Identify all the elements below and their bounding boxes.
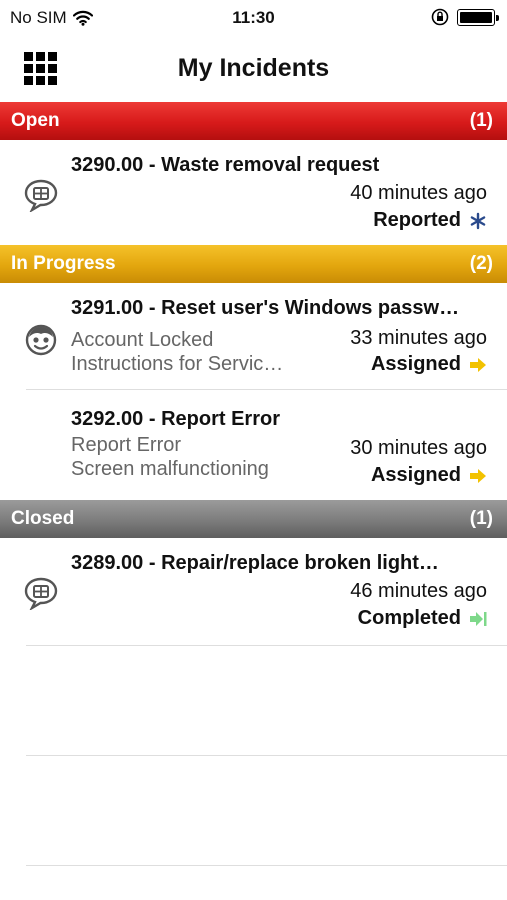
incident-row-3291[interactable]: 3291.00 - Reset user's Windows passw… Ac… bbox=[0, 283, 507, 389]
orientation-lock-icon bbox=[431, 8, 449, 26]
incident-title: 3292.00 - Report Error bbox=[71, 408, 280, 430]
incident-title: 3290.00 - Waste removal request bbox=[71, 154, 380, 176]
incident-status: Completed bbox=[358, 607, 487, 630]
section-label: In Progress bbox=[11, 253, 116, 274]
status-label: Assigned bbox=[370, 353, 461, 375]
section-count: (2) bbox=[469, 253, 493, 274]
arrow-right-icon bbox=[470, 468, 486, 483]
section-count: (1) bbox=[469, 110, 493, 131]
section-header-in-progress[interactable]: In Progress (2) bbox=[0, 245, 507, 283]
status-label: Completed bbox=[357, 607, 461, 629]
incident-category: Account Locked bbox=[71, 329, 214, 351]
section-count: (1) bbox=[469, 508, 493, 529]
incident-time: 40 minutes ago bbox=[350, 182, 487, 204]
arrow-right-icon bbox=[470, 357, 486, 372]
incident-time: 30 minutes ago bbox=[350, 437, 487, 459]
incident-row-3289[interactable]: 3289.00 - Repair/replace broken light… 4… bbox=[0, 538, 507, 644]
section-label: Closed bbox=[11, 508, 75, 529]
incident-row-3290[interactable]: 3290.00 - Waste removal request 40 minut… bbox=[0, 140, 507, 245]
speech-bubble-icon bbox=[24, 179, 58, 212]
status-bar-right bbox=[431, 8, 499, 26]
arrow-right-end-icon bbox=[470, 611, 487, 626]
speech-bubble-icon bbox=[24, 577, 58, 610]
nav-bar: My Incidents bbox=[0, 36, 507, 102]
battery-icon bbox=[457, 8, 499, 26]
row-divider bbox=[26, 645, 507, 646]
status-bar: No SIM 11:30 bbox=[0, 0, 507, 36]
asterisk-icon bbox=[470, 212, 486, 229]
incident-row-3292[interactable]: 3292.00 - Report Error Report Error Scre… bbox=[0, 390, 507, 500]
section-header-closed[interactable]: Closed (1) bbox=[0, 500, 507, 538]
support-face-icon bbox=[25, 324, 57, 356]
row-divider bbox=[26, 865, 507, 866]
incident-description: Instructions for Servic… bbox=[71, 353, 284, 375]
incident-status: Assigned bbox=[371, 464, 487, 487]
incident-title: 3291.00 - Reset user's Windows passw… bbox=[71, 297, 460, 319]
incident-status: Reported bbox=[373, 209, 487, 232]
section-header-open[interactable]: Open (1) bbox=[0, 102, 507, 140]
incident-category: Report Error bbox=[71, 434, 182, 456]
incident-time: 46 minutes ago bbox=[350, 580, 487, 602]
page-title: My Incidents bbox=[177, 54, 330, 82]
incident-time: 33 minutes ago bbox=[350, 327, 487, 349]
incident-status: Assigned bbox=[371, 353, 487, 376]
incident-title: 3289.00 - Repair/replace broken light… bbox=[71, 552, 439, 574]
incident-description: Screen malfunctioning bbox=[71, 458, 269, 480]
section-label: Open bbox=[11, 110, 60, 131]
status-label: Reported bbox=[373, 209, 461, 231]
row-divider bbox=[26, 755, 507, 756]
status-label: Assigned bbox=[370, 464, 461, 486]
